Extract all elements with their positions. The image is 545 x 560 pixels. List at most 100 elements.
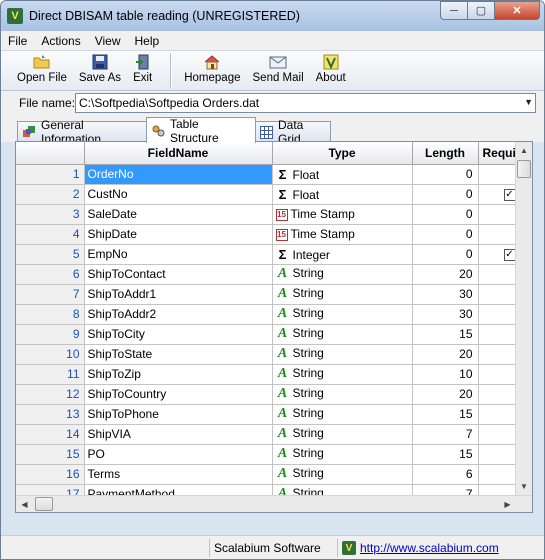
field-length-cell[interactable]: 0 <box>412 244 479 265</box>
field-length-cell[interactable]: 6 <box>412 464 479 485</box>
field-length-cell[interactable]: 0 <box>412 164 479 185</box>
field-type-cell[interactable]: A String <box>272 344 413 365</box>
field-type-cell[interactable]: Σ Float <box>272 164 413 185</box>
table-row[interactable]: 6 ShipToContact A String 20 <box>16 264 519 285</box>
scroll-down-icon[interactable]: ▼ <box>516 478 532 495</box>
field-type-cell[interactable]: A String <box>272 384 413 405</box>
field-name-cell[interactable]: OrderNo <box>84 164 273 185</box>
field-type-cell[interactable]: 15 Time Stamp <box>272 224 413 245</box>
maximize-button[interactable]: ▢ <box>467 1 494 20</box>
field-type-cell[interactable]: A String <box>272 284 413 305</box>
scroll-left-icon[interactable]: ◀ <box>16 496 33 512</box>
field-length-cell[interactable]: 20 <box>412 264 479 285</box>
field-type-cell[interactable]: A String <box>272 264 413 285</box>
table-row[interactable]: 12 ShipToCountry A String 20 <box>16 384 519 405</box>
field-required-cell[interactable]: ✓ <box>478 244 519 265</box>
tab-data-grid[interactable]: Data Grid <box>255 118 331 146</box>
table-row[interactable]: 15 PO A String 15 <box>16 444 519 465</box>
required-checkbox[interactable]: ✓ <box>503 188 516 201</box>
header-required[interactable]: Requi <box>478 142 519 165</box>
website-link[interactable]: http://www.scalabium.com <box>360 541 499 555</box>
title-bar[interactable]: V Direct DBISAM table reading (UNREGISTE… <box>1 1 544 31</box>
field-required-cell[interactable]: ✓ <box>478 184 519 205</box>
field-required-cell[interactable] <box>478 264 519 285</box>
field-length-cell[interactable]: 0 <box>412 224 479 245</box>
field-required-cell[interactable] <box>478 204 519 225</box>
about-button[interactable]: About <box>312 51 350 84</box>
field-name-cell[interactable]: ShipToCity <box>84 324 273 345</box>
field-length-cell[interactable]: 30 <box>412 284 479 305</box>
field-type-cell[interactable]: A String <box>272 424 413 445</box>
field-required-cell[interactable] <box>478 324 519 345</box>
table-row[interactable]: 11 ShipToZip A String 10 <box>16 364 519 385</box>
table-row[interactable]: 14 ShipVIA A String 7 <box>16 424 519 445</box>
field-type-cell[interactable]: A String <box>272 464 413 485</box>
field-type-cell[interactable]: A String <box>272 444 413 465</box>
header-length[interactable]: Length <box>412 142 479 165</box>
scroll-up-icon[interactable]: ▲ <box>516 142 532 159</box>
field-length-cell[interactable]: 0 <box>412 204 479 225</box>
field-required-cell[interactable] <box>478 224 519 245</box>
table-row[interactable]: 5 EmpNo Σ Integer 0 ✓ <box>16 244 519 265</box>
field-name-cell[interactable]: SaleDate <box>84 204 273 225</box>
file-name-combo[interactable]: C:\Softpedia\Softpedia Orders.dat ▼ <box>75 93 536 113</box>
horizontal-scroll-thumb[interactable] <box>35 497 53 511</box>
table-row[interactable]: 7 ShipToAddr1 A String 30 <box>16 284 519 305</box>
field-type-cell[interactable]: A String <box>272 304 413 325</box>
field-name-cell[interactable]: ShipToZip <box>84 364 273 385</box>
header-fieldname[interactable]: FieldName <box>84 142 273 165</box>
tab-general-information[interactable]: General Information <box>17 118 147 146</box>
table-row[interactable]: 10 ShipToState A String 20 <box>16 344 519 365</box>
table-row[interactable]: 2 CustNo Σ Float 0 ✓ <box>16 184 519 205</box>
table-structure-grid[interactable]: FieldName Type Length Requi 1 OrderNo Σ Flo… <box>15 141 533 513</box>
chevron-down-icon[interactable]: ▼ <box>524 97 533 107</box>
vertical-scrollbar[interactable]: ▲ ▼ <box>515 142 532 495</box>
field-length-cell[interactable]: 15 <box>412 404 479 425</box>
table-row[interactable]: 9 ShipToCity A String 15 <box>16 324 519 345</box>
field-type-cell[interactable]: A String <box>272 404 413 425</box>
field-type-cell[interactable]: Σ Integer <box>272 244 413 265</box>
menu-view[interactable]: View <box>88 34 128 48</box>
field-required-cell[interactable] <box>478 284 519 305</box>
field-required-cell[interactable] <box>478 444 519 465</box>
required-checkbox[interactable]: ✓ <box>503 248 516 261</box>
field-length-cell[interactable]: 7 <box>412 424 479 445</box>
table-row[interactable]: 8 ShipToAddr2 A String 30 <box>16 304 519 325</box>
field-name-cell[interactable]: PO <box>84 444 273 465</box>
tab-table-structure[interactable]: Table Structure <box>146 117 256 145</box>
field-length-cell[interactable]: 20 <box>412 384 479 405</box>
homepage-button[interactable]: Homepage <box>180 51 244 84</box>
field-name-cell[interactable]: ShipToCountry <box>84 384 273 405</box>
field-length-cell[interactable]: 15 <box>412 324 479 345</box>
field-type-cell[interactable]: 15 Time Stamp <box>272 204 413 225</box>
field-type-cell[interactable]: A String <box>272 364 413 385</box>
table-row[interactable]: 16 Terms A String 6 <box>16 464 519 485</box>
table-row[interactable]: 13 ShipToPhone A String 15 <box>16 404 519 425</box>
field-length-cell[interactable]: 0 <box>412 184 479 205</box>
field-required-cell[interactable] <box>478 404 519 425</box>
field-name-cell[interactable]: CustNo <box>84 184 273 205</box>
field-type-cell[interactable]: A String <box>272 324 413 345</box>
scroll-right-icon[interactable]: ▶ <box>499 496 516 512</box>
table-row[interactable]: 4 ShipDate 15 Time Stamp 0 <box>16 224 519 245</box>
field-length-cell[interactable]: 20 <box>412 344 479 365</box>
minimize-button[interactable]: ─ <box>440 1 467 20</box>
field-required-cell[interactable] <box>478 344 519 365</box>
save-as-button[interactable]: Save As <box>75 51 125 84</box>
field-required-cell[interactable] <box>478 464 519 485</box>
field-name-cell[interactable]: ShipToState <box>84 344 273 365</box>
field-required-cell[interactable] <box>478 304 519 325</box>
field-name-cell[interactable]: ShipToContact <box>84 264 273 285</box>
field-name-cell[interactable]: ShipDate <box>84 224 273 245</box>
menu-file[interactable]: File <box>1 34 34 48</box>
field-name-cell[interactable]: EmpNo <box>84 244 273 265</box>
field-name-cell[interactable]: ShipToPhone <box>84 404 273 425</box>
field-name-cell[interactable]: ShipToAddr1 <box>84 284 273 305</box>
field-type-cell[interactable]: Σ Float <box>272 184 413 205</box>
horizontal-scrollbar[interactable]: ◀ ▶ <box>16 495 532 512</box>
field-name-cell[interactable]: Terms <box>84 464 273 485</box>
exit-button[interactable]: Exit <box>129 51 156 84</box>
menu-help[interactable]: Help <box>128 34 167 48</box>
table-row[interactable]: 1 OrderNo Σ Float 0 <box>16 164 519 185</box>
field-required-cell[interactable] <box>478 164 519 185</box>
